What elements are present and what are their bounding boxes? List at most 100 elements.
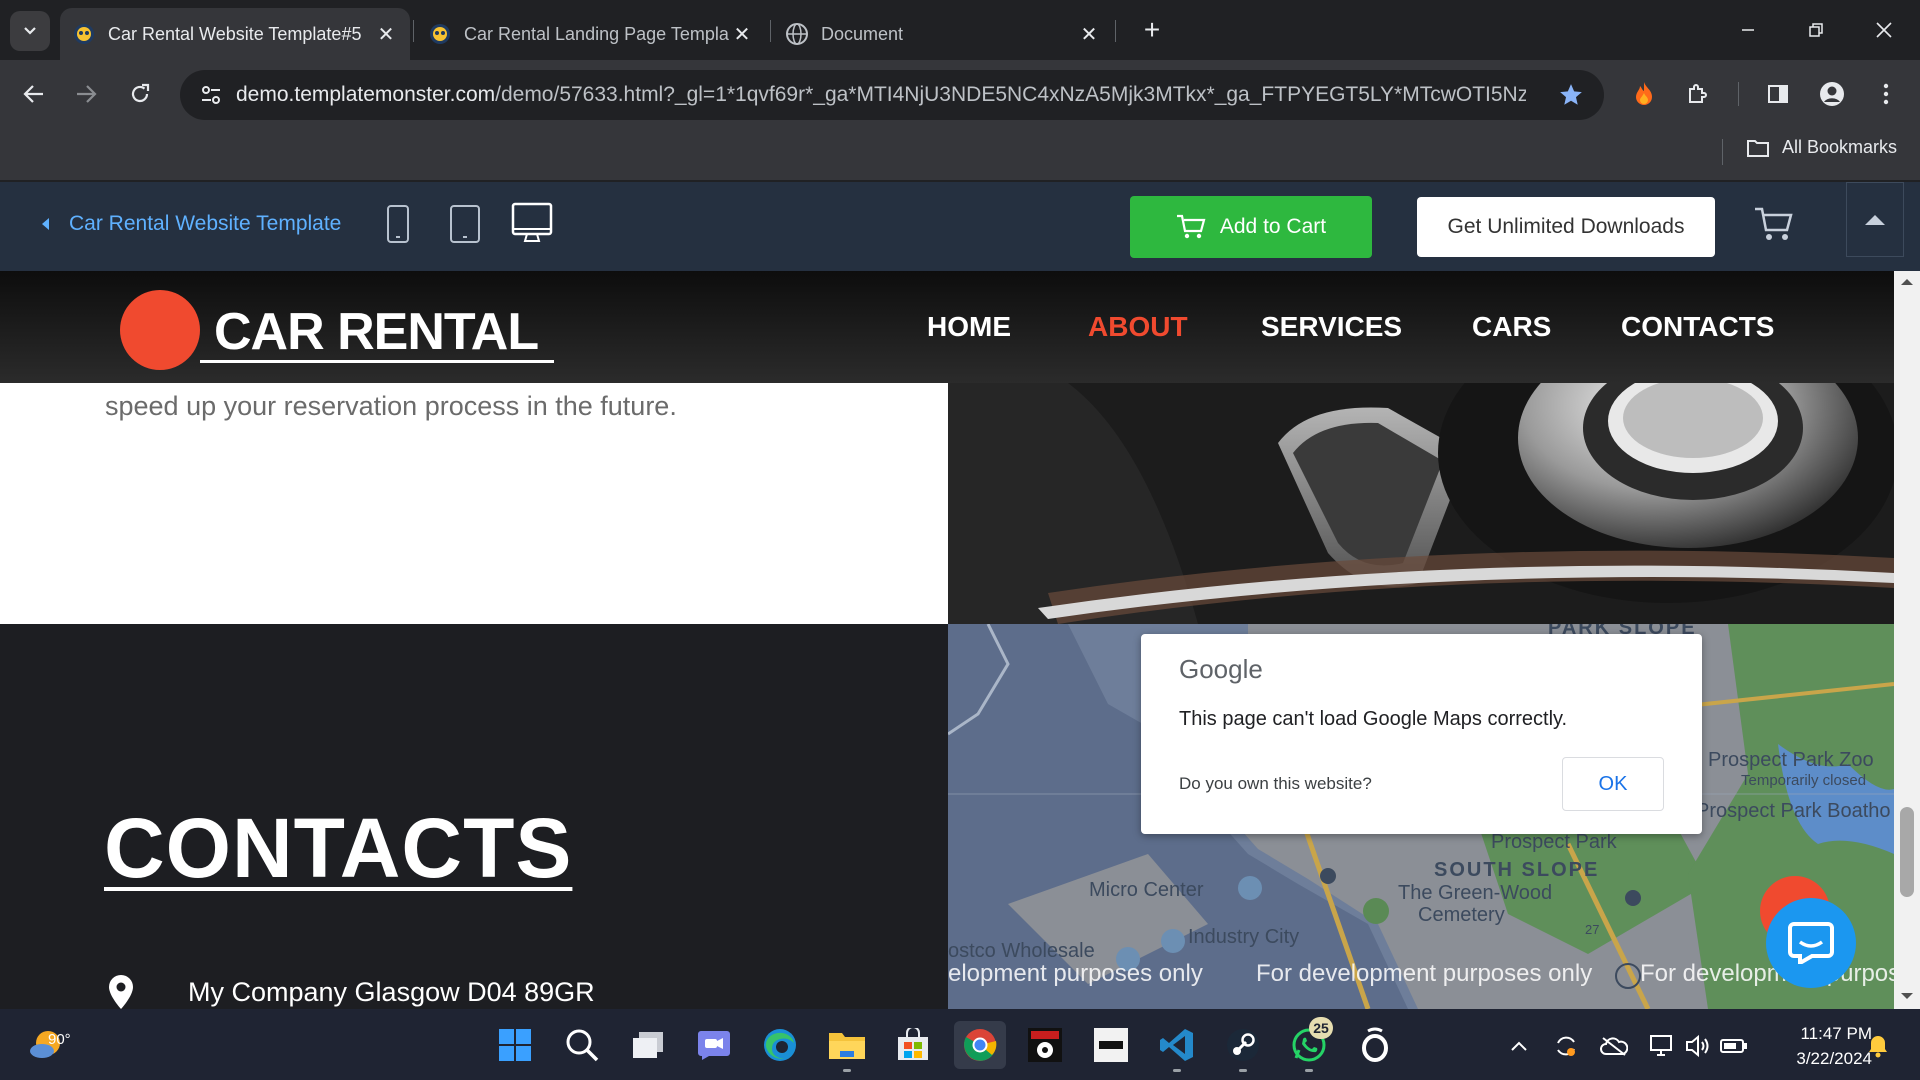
site-header: CAR RENTAL HOME ABOUT SERVICES CARS CONT… [0, 271, 1894, 383]
edge-button[interactable] [756, 1021, 804, 1069]
close-tab-icon[interactable]: ✕ [1077, 22, 1101, 46]
contacts-section: CONTACTS My Company Glasgow D04 89GR [0, 624, 948, 1009]
notifications-button[interactable] [1863, 1031, 1893, 1061]
mobile-view-button[interactable] [386, 204, 410, 244]
system-clock[interactable]: 11:47 PM 3/22/2024 [1762, 1021, 1872, 1071]
live-chat-button[interactable] [1766, 898, 1856, 988]
cloud-icon [1600, 1037, 1628, 1056]
url-text[interactable]: demo.templatemonster.com/demo/57633.html… [236, 83, 1526, 107]
tab-car-rental-template[interactable]: Car Rental Website Template#5 ✕ [60, 8, 410, 60]
nav-contacts[interactable]: CONTACTS [1621, 311, 1774, 343]
smartphone-icon [387, 205, 409, 243]
tab-title: Car Rental Website Template#5 [108, 23, 362, 44]
address-bar[interactable]: demo.templatemonster.com/demo/57633.html… [180, 70, 1604, 120]
chrome-button[interactable] [954, 1021, 1006, 1069]
page-scrollbar[interactable] [1894, 271, 1920, 1009]
volume-tray-button[interactable] [1683, 1031, 1713, 1061]
weather-temperature: 90° [48, 1031, 71, 1048]
get-unlimited-downloads-button[interactable]: Get Unlimited Downloads [1417, 197, 1715, 257]
weather-widget[interactable]: 90° [28, 1021, 71, 1066]
nav-services[interactable]: SERVICES [1261, 311, 1402, 343]
tune-icon [202, 86, 220, 104]
puzzle-icon [1689, 84, 1707, 103]
search-button[interactable] [558, 1021, 606, 1069]
bookmarks-separator [1722, 139, 1723, 165]
extensions-button[interactable] [1678, 74, 1718, 114]
restore-button[interactable] [1794, 10, 1838, 50]
scroll-up-arrow-icon[interactable] [1901, 279, 1913, 285]
close-tab-icon[interactable]: ✕ [730, 22, 754, 46]
google-maps-error-dialog: Google This page can't load Google Maps … [1141, 634, 1702, 834]
all-bookmarks-button[interactable]: All Bookmarks [1746, 137, 1897, 158]
show-hidden-icons-button[interactable] [1504, 1031, 1534, 1061]
toolbar-separator [1738, 82, 1739, 106]
desktop-view-button[interactable] [511, 202, 553, 244]
opera-gx-button[interactable] [1351, 1021, 1399, 1069]
network-tray-button[interactable] [1647, 1031, 1677, 1061]
forward-button[interactable] [66, 74, 106, 114]
profile-button[interactable] [1812, 74, 1852, 114]
tab-car-rental-landing[interactable]: Car Rental Landing Page Templa ✕ [416, 8, 766, 60]
avatar-icon [1820, 82, 1844, 106]
star-icon [1560, 84, 1582, 105]
own-website-link[interactable]: Do you own this website? [1179, 774, 1372, 794]
templatemonster-favicon-icon [74, 24, 94, 44]
teams-chat-button[interactable] [690, 1021, 738, 1069]
map-label-route: 27 [1585, 922, 1600, 937]
close-tab-icon[interactable]: ✕ [374, 22, 398, 46]
map-dev-watermark: elopment purposes only [948, 960, 1203, 987]
arrow-right-icon [77, 85, 97, 103]
extension-fire-button[interactable] [1624, 74, 1664, 114]
back-to-template-link[interactable]: Car Rental Website Template [42, 212, 341, 236]
steam-button[interactable] [1219, 1021, 1267, 1072]
browser-tab-strip: Car Rental Website Template#5 ✕ Car Rent… [0, 0, 1920, 60]
pes-game-button[interactable] [1021, 1021, 1069, 1069]
tab-search-button[interactable] [10, 11, 50, 51]
add-to-cart-label: Add to Cart [1219, 215, 1327, 238]
tab-separator [1115, 20, 1116, 42]
onedrive-tray-button[interactable] [1599, 1031, 1629, 1061]
back-button[interactable] [14, 74, 54, 114]
start-button[interactable] [491, 1021, 539, 1069]
tab-document[interactable]: Document ✕ [773, 8, 1113, 60]
add-to-cart-button[interactable]: Add to Cart [1130, 196, 1372, 258]
reload-button[interactable] [120, 74, 160, 114]
battery-tray-button[interactable] [1719, 1031, 1749, 1061]
sync-tray-icon-button[interactable] [1551, 1031, 1581, 1061]
microsoft-store-button[interactable] [889, 1021, 937, 1069]
scrollbar-thumb[interactable] [1900, 807, 1914, 897]
bookmark-star-button[interactable] [1556, 80, 1586, 110]
nav-cars[interactable]: CARS [1472, 311, 1551, 343]
minimize-button[interactable] [1726, 10, 1770, 50]
close-window-button[interactable] [1862, 10, 1906, 50]
site-logo[interactable]: CAR RENTAL [120, 290, 554, 370]
fifa-game-button[interactable] [1087, 1021, 1135, 1069]
reload-icon [131, 83, 150, 103]
demo-cart-button[interactable] [1754, 206, 1794, 246]
contacts-heading: CONTACTS [104, 801, 573, 895]
cart-icon [1755, 207, 1793, 240]
speaker-icon [1686, 1034, 1709, 1058]
vscode-button[interactable] [1153, 1021, 1201, 1072]
caret-left-icon [42, 218, 49, 230]
collapse-demo-bar-button[interactable] [1846, 182, 1904, 257]
file-explorer-button[interactable] [823, 1021, 871, 1072]
task-view-button[interactable] [624, 1021, 672, 1069]
map-dev-watermark: For development purposes only [1256, 960, 1593, 987]
nav-about[interactable]: ABOUT [1088, 311, 1188, 343]
chrome-menu-button[interactable] [1866, 74, 1906, 114]
chat-bubble-icon [1788, 922, 1834, 964]
tablet-view-button[interactable] [449, 204, 481, 244]
ok-button[interactable]: OK [1562, 757, 1664, 811]
chevron-up-icon [1511, 1041, 1527, 1051]
tab-title: Document [821, 23, 904, 44]
new-tab-button[interactable]: + [1136, 14, 1168, 46]
task-view-icon [633, 1032, 663, 1058]
whatsapp-button[interactable]: 25 [1285, 1017, 1333, 1072]
scroll-down-arrow-icon[interactable] [1901, 993, 1913, 999]
side-panel-button[interactable] [1758, 74, 1798, 114]
site-info-button[interactable] [192, 76, 230, 114]
nav-home[interactable]: HOME [927, 311, 1011, 343]
vscode-icon [1160, 1029, 1193, 1061]
edge-browser-icon [764, 1029, 796, 1061]
